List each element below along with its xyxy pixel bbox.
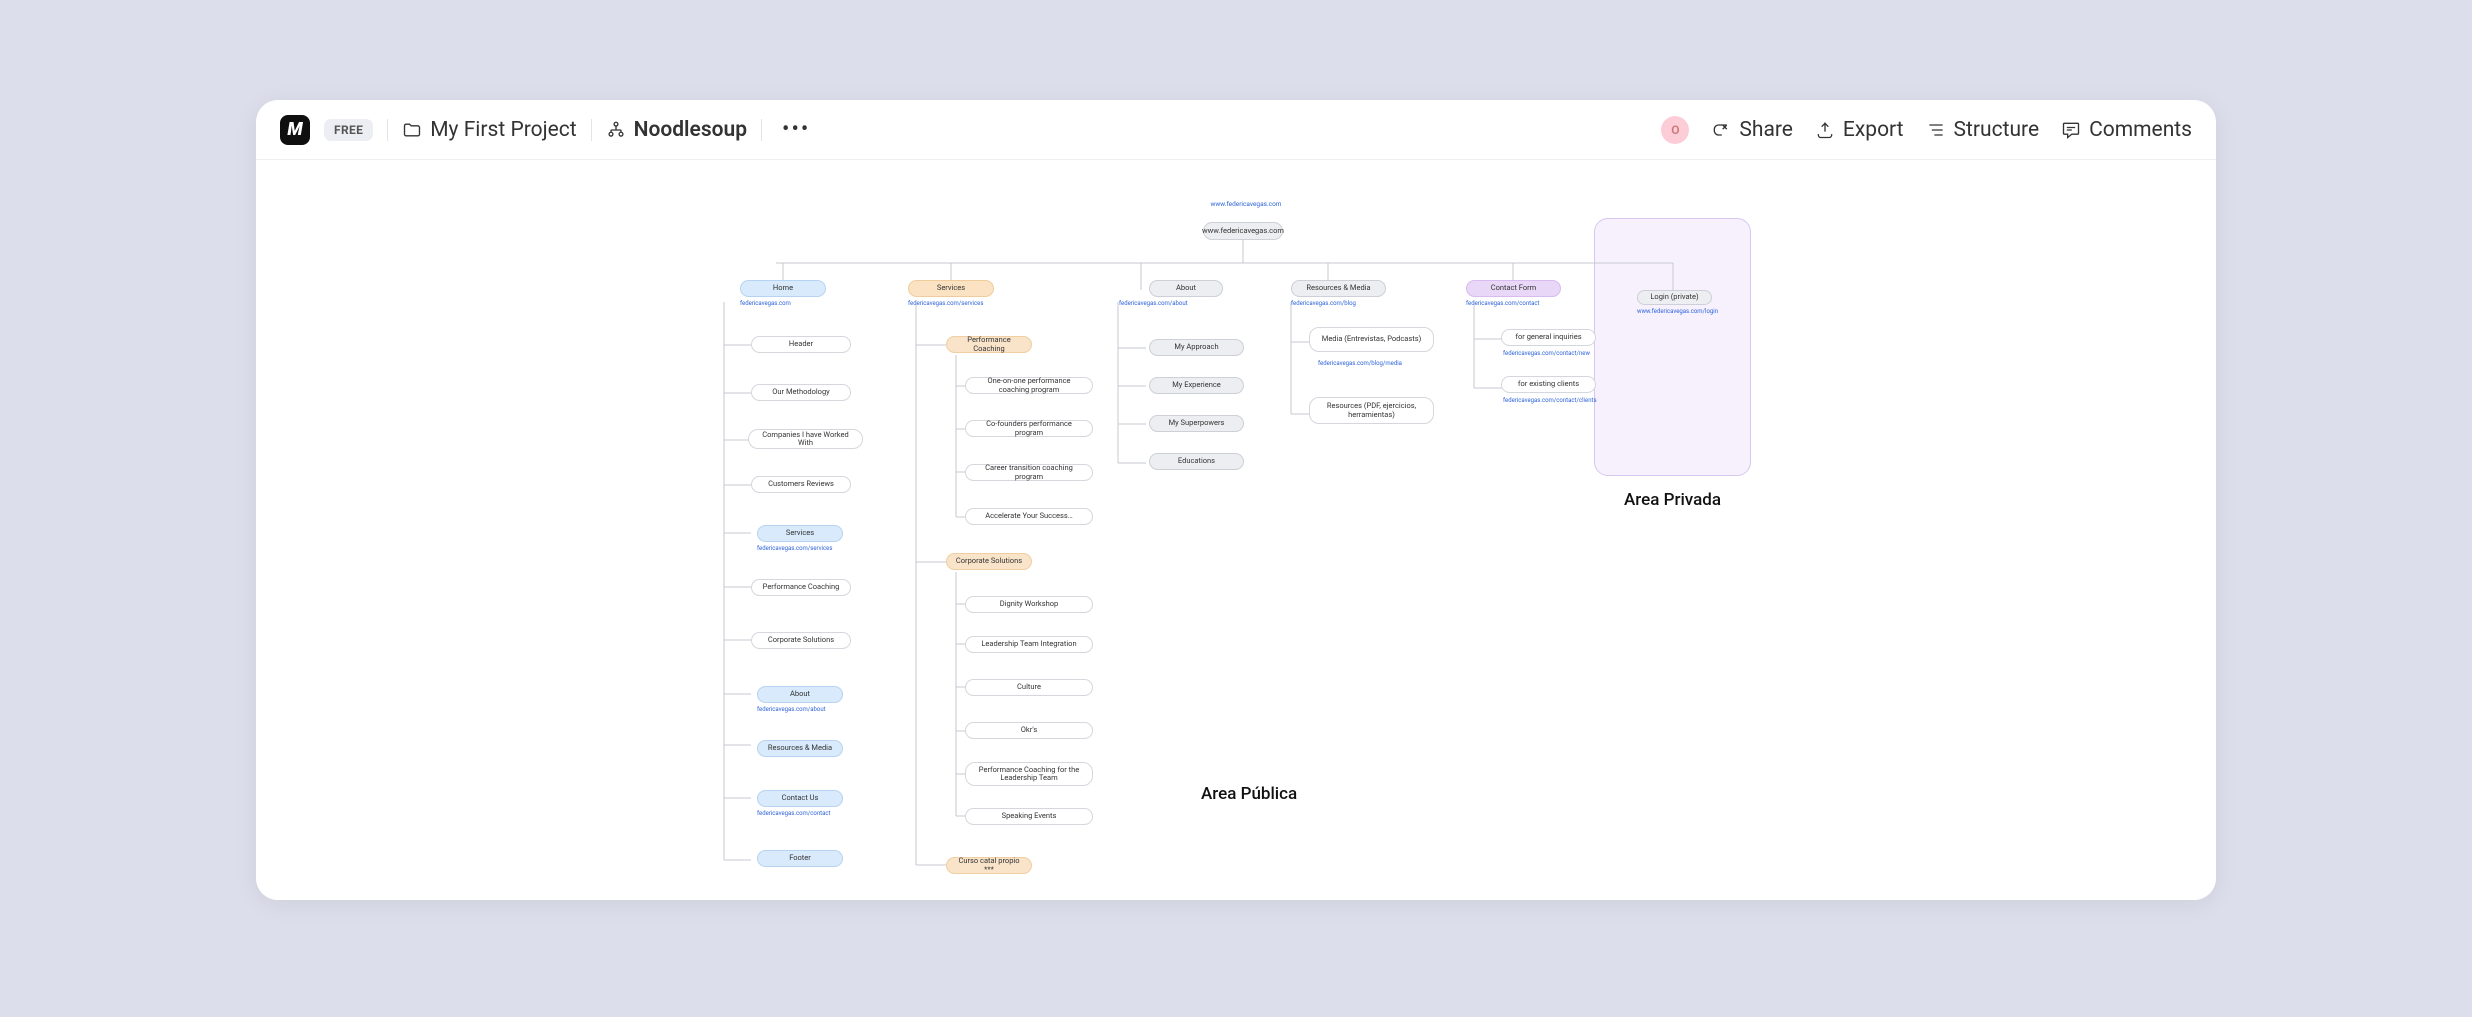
node-footer[interactable]: Footer: [757, 850, 843, 867]
node-corpsol1[interactable]: Corporate Solutions: [751, 632, 851, 649]
separator: [761, 119, 762, 141]
structure-icon: [1926, 120, 1946, 140]
label-area-privada: Area Privada: [1624, 490, 1721, 510]
node-media-url: federicavegas.com/blog/media: [1318, 360, 1402, 367]
project-name: My First Project: [430, 118, 576, 142]
label-area-publica: Area Pública: [1201, 784, 1297, 804]
share-icon: [1711, 120, 1731, 140]
export-button[interactable]: Export: [1815, 118, 1904, 142]
comments-label: Comments: [2089, 118, 2192, 142]
node-about-link-url: federicavegas.com/about: [757, 706, 826, 713]
comments-icon: [2061, 120, 2081, 140]
node-superpowers[interactable]: My Superpowers: [1149, 415, 1244, 432]
node-login[interactable]: Login (private): [1637, 290, 1712, 305]
node-1on1[interactable]: One-on-one performance coaching program: [965, 377, 1093, 394]
node-cofounders[interactable]: Co-founders performance program: [965, 420, 1093, 437]
node-pdfresources[interactable]: Resources (PDF, ejercicios, herramientas…: [1309, 397, 1434, 424]
area-privada-box: [1594, 218, 1751, 476]
node-home-url: federicavegas.com: [740, 300, 791, 307]
node-contact-url: federicavegas.com/contact: [1466, 300, 1539, 307]
node-curso[interactable]: Curso catal propio ***: [946, 857, 1032, 874]
structure-label: Structure: [1954, 118, 2040, 142]
node-reviews[interactable]: Customers Reviews: [751, 476, 851, 493]
node-corpsol-head[interactable]: Corporate Solutions: [946, 553, 1032, 570]
structure-button[interactable]: Structure: [1926, 118, 2040, 142]
node-resources[interactable]: Resources & Media: [1291, 280, 1386, 297]
node-services-link[interactable]: Services: [757, 525, 843, 542]
node-okrs[interactable]: Okr's: [965, 722, 1093, 739]
avatar[interactable]: O: [1661, 116, 1689, 144]
node-media[interactable]: Media (Entrevistas, Podcasts): [1309, 327, 1434, 352]
comments-button[interactable]: Comments: [2061, 118, 2192, 142]
share-button[interactable]: Share: [1711, 118, 1793, 142]
separator: [591, 119, 592, 141]
node-perfcoach1[interactable]: Performance Coaching: [751, 579, 851, 596]
node-dignity[interactable]: Dignity Workshop: [965, 596, 1093, 613]
root-node[interactable]: www.federicavegas.com: [1203, 222, 1283, 240]
export-label: Export: [1843, 118, 1904, 142]
node-companies[interactable]: Companies I have Worked With: [748, 429, 863, 449]
node-existing[interactable]: for existing clients: [1501, 376, 1596, 393]
node-login-url: www.federicavegas.com/login: [1637, 308, 1718, 315]
diagram-canvas[interactable]: www.federicavegas.com www.federicavegas.…: [256, 160, 2216, 900]
node-contact-link[interactable]: Contact Us: [757, 790, 843, 807]
node-contact-link-url: federicavegas.com/contact: [757, 810, 830, 817]
node-general-url: federicavegas.com/contact/new: [1503, 350, 1590, 357]
node-experience[interactable]: My Experience: [1149, 377, 1244, 394]
folder-icon: [402, 120, 422, 140]
node-approach[interactable]: My Approach: [1149, 339, 1244, 356]
toolbar: M FREE My First Project Noodlesoup ••• O…: [256, 100, 2216, 160]
node-about-link[interactable]: About: [757, 686, 843, 703]
app-logo[interactable]: M: [280, 115, 310, 145]
node-pclt[interactable]: Performance Coaching for the Leadership …: [965, 762, 1093, 786]
node-accelerate[interactable]: Accelerate Your Success…: [965, 508, 1093, 525]
app-window: M FREE My First Project Noodlesoup ••• O…: [256, 100, 2216, 900]
node-about-url: federicavegas.com/about: [1119, 300, 1188, 307]
node-home[interactable]: Home: [740, 280, 826, 297]
node-resources-link[interactable]: Resources & Media: [757, 740, 843, 757]
node-resources-url: federicavegas.com/blog: [1291, 300, 1356, 307]
node-existing-url: federicavegas.com/contact/clients: [1503, 397, 1597, 404]
sitemap-icon: [606, 120, 626, 140]
more-menu[interactable]: •••: [776, 117, 816, 142]
node-general[interactable]: for general inquiries: [1501, 329, 1596, 346]
node-speaking[interactable]: Speaking Events: [965, 808, 1093, 825]
node-about[interactable]: About: [1149, 280, 1223, 297]
separator: [387, 119, 388, 141]
node-career[interactable]: Career transition coaching program: [965, 464, 1093, 481]
document-name: Noodlesoup: [634, 118, 747, 142]
node-services-link-url: federicavegas.com/services: [757, 545, 832, 552]
root-url-tiny: www.federicavegas.com: [1196, 200, 1296, 208]
node-methodology[interactable]: Our Methodology: [751, 384, 851, 401]
plan-badge: FREE: [324, 119, 373, 141]
node-education[interactable]: Educations: [1149, 453, 1244, 470]
node-services[interactable]: Services: [908, 280, 994, 297]
share-label: Share: [1739, 118, 1793, 142]
export-icon: [1815, 120, 1835, 140]
node-contact[interactable]: Contact Form: [1466, 280, 1561, 297]
node-perfcoach-head[interactable]: Performance Coaching: [946, 336, 1032, 353]
project-breadcrumb[interactable]: My First Project: [402, 118, 576, 142]
node-header[interactable]: Header: [751, 336, 851, 353]
document-breadcrumb[interactable]: Noodlesoup: [606, 118, 747, 142]
node-lti[interactable]: Leadership Team Integration: [965, 636, 1093, 653]
node-services-url: federicavegas.com/services: [908, 300, 983, 307]
node-culture[interactable]: Culture: [965, 679, 1093, 696]
